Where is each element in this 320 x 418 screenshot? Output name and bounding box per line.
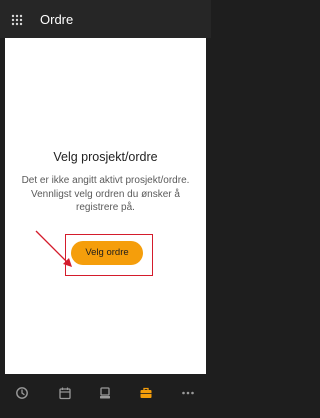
clock-icon — [16, 387, 28, 399]
briefcase-icon — [140, 387, 152, 398]
tab-orders[interactable] — [139, 386, 153, 400]
computer-icon — [100, 387, 110, 399]
tab-computer[interactable] — [98, 386, 112, 400]
annotation-arrow-icon — [35, 230, 72, 267]
more-icon — [182, 391, 194, 395]
grid-menu-icon[interactable] — [11, 14, 23, 26]
app-screen: Ordre Velg prosjekt/ordre Det er ikke an… — [0, 0, 211, 418]
calendar-icon — [59, 387, 71, 400]
tab-calendar[interactable] — [58, 386, 72, 400]
app-header: Ordre — [0, 0, 211, 38]
tab-time[interactable] — [15, 386, 29, 400]
empty-state-description: Det er ikke angitt aktivt prosjekt/ordre… — [21, 175, 190, 213]
main-content: Velg prosjekt/ordre Det er ikke angitt a… — [5, 38, 206, 374]
empty-state-heading: Velg prosjekt/ordre — [53, 150, 158, 164]
page-title: Ordre — [40, 12, 74, 27]
bottom-tab-bar — [0, 378, 211, 418]
tab-more[interactable] — [181, 386, 195, 400]
